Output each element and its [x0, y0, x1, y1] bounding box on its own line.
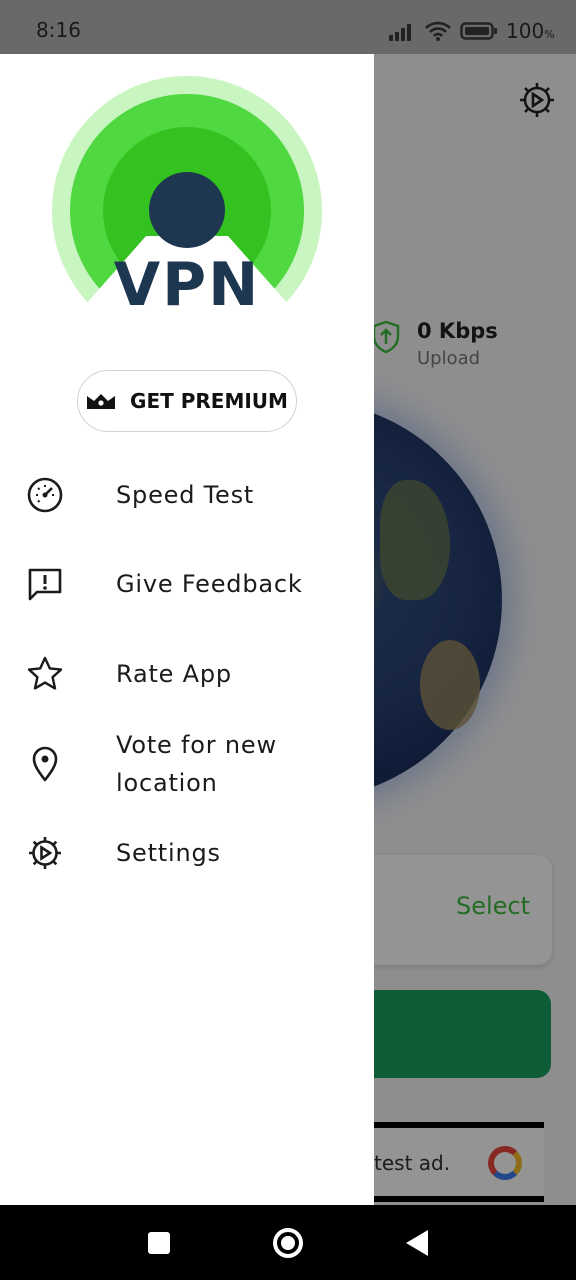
menu-label-vote-location: Vote for new location — [116, 731, 277, 797]
menu-label-rate-app: Rate App — [116, 660, 232, 688]
home-icon — [273, 1227, 303, 1258]
feedback-icon — [28, 568, 62, 601]
location-pin-icon — [32, 746, 58, 782]
menu-item-settings[interactable]: Settings — [0, 834, 374, 872]
recents-icon — [148, 1231, 170, 1254]
navigation-drawer: VPN GET PREMIUM Speed Test Give Feedback — [0, 54, 374, 1205]
get-premium-label: GET PREMIUM — [130, 389, 288, 413]
settings-gear-icon — [29, 837, 61, 869]
menu-item-rate-app[interactable]: Rate App — [0, 655, 374, 693]
status-bar: 8:16 100% — [0, 0, 576, 54]
logo-text: VPN — [113, 250, 261, 320]
system-nav-bar — [0, 1205, 576, 1280]
back-icon — [406, 1229, 428, 1256]
signal-icon — [389, 24, 411, 41]
star-icon — [27, 656, 63, 690]
battery-percent: 100% — [506, 19, 555, 43]
status-time: 8:16 — [36, 18, 81, 42]
speedometer-icon — [27, 477, 63, 513]
recents-button[interactable] — [134, 1205, 184, 1280]
back-button[interactable] — [392, 1205, 442, 1280]
menu-label-settings: Settings — [116, 839, 221, 867]
menu-item-give-feedback[interactable]: Give Feedback — [0, 565, 374, 603]
wifi-icon — [425, 21, 451, 41]
get-premium-button[interactable]: GET PREMIUM — [77, 370, 297, 432]
crown-icon — [87, 394, 116, 409]
menu-label-give-feedback: Give Feedback — [116, 570, 303, 598]
menu-item-vote-location[interactable]: Vote for new location — [0, 726, 374, 802]
menu-item-speed-test[interactable]: Speed Test — [0, 476, 374, 514]
menu-label-speed-test: Speed Test — [116, 481, 255, 509]
battery-icon — [460, 22, 497, 40]
home-button[interactable] — [263, 1205, 313, 1280]
